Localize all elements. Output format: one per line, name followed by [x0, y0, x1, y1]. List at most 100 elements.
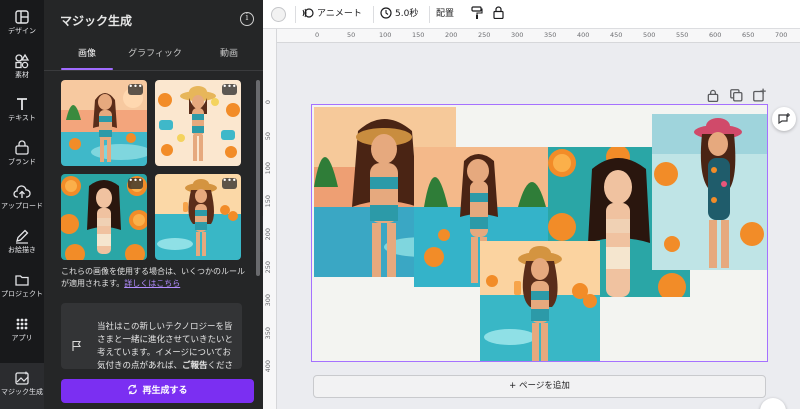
add-page-button[interactable]: + ページを追加: [313, 375, 766, 398]
clock-icon: [380, 7, 392, 19]
regenerate-label: 再生成する: [142, 386, 188, 396]
apps-grid-icon: [16, 318, 28, 330]
ruler-tick: 50: [347, 31, 356, 39]
feedback-notice: 当社はこの新しいテクノロジーを皆さまと一緒に進化させていきたいと考えています。イ…: [61, 303, 242, 369]
ruler-tick: 100: [264, 162, 272, 175]
rail-item-text[interactable]: テキスト: [0, 89, 44, 129]
tabs-divider: [44, 70, 263, 71]
rail-item-projects[interactable]: プロジェクト: [0, 265, 44, 305]
refresh-icon: [128, 384, 138, 395]
layout-icon: [15, 10, 29, 24]
folder-icon: [15, 275, 29, 286]
rail-label: プロジェクト: [1, 290, 43, 298]
ruler-tick: 350: [264, 327, 272, 340]
rail-label: テキスト: [8, 114, 36, 122]
generated-image-2[interactable]: •••: [155, 80, 241, 166]
ruler-tick: 550: [676, 31, 689, 39]
ruler-tick: 150: [264, 195, 272, 208]
ruler-tick: 0: [264, 100, 272, 105]
add-comment-button[interactable]: [772, 107, 796, 131]
notice-tail: くださ: [207, 361, 234, 369]
animate-button[interactable]: アニメート: [302, 0, 362, 29]
lock-page-icon[interactable]: [706, 88, 720, 102]
rail-item-uploads[interactable]: アップロード: [0, 177, 44, 217]
comment-add-icon: [778, 113, 790, 125]
ruler-tick: 100: [379, 31, 392, 39]
more-options-icon[interactable]: •••: [128, 83, 143, 95]
ruler-tick: 150: [412, 31, 425, 39]
report-link[interactable]: ご報告: [182, 361, 208, 369]
panel-scrollbar[interactable]: [256, 80, 260, 276]
more-options-icon[interactable]: •••: [222, 177, 237, 189]
generated-image-3[interactable]: •••: [61, 174, 147, 260]
ruler-tick: 450: [610, 31, 623, 39]
editor-app: デザイン 素材 テキスト ブランド アップロード お絵描き プロジェクト アプリ…: [0, 0, 800, 409]
rail-item-apps[interactable]: アプリ: [0, 309, 44, 349]
help-button[interactable]: [760, 398, 786, 409]
draw-icon: [16, 229, 29, 244]
shapes-icon: [15, 53, 30, 69]
rail-label: マジック生成: [1, 388, 43, 396]
rail-label: ブランド: [8, 158, 36, 166]
ruler-tick: 400: [264, 360, 272, 373]
rail-label: 素材: [15, 71, 29, 79]
canvas-image-5[interactable]: [480, 241, 600, 361]
text-icon: [17, 98, 27, 110]
duration-button[interactable]: 5.0秒: [380, 0, 418, 29]
brand-icon: [15, 140, 29, 155]
tab-images[interactable]: 画像: [61, 46, 113, 70]
toolbar-divider: [295, 6, 296, 23]
arrange-button[interactable]: 配置: [436, 0, 454, 29]
regenerate-button[interactable]: 再生成する: [61, 379, 254, 403]
left-rail: デザイン 素材 テキスト ブランド アップロード お絵描き プロジェクト アプリ…: [0, 0, 44, 409]
ruler-tick: 200: [445, 31, 458, 39]
paint-roller-icon: [471, 6, 483, 19]
top-toolbar: アニメート 5.0秒 配置: [263, 0, 800, 29]
ruler-tick: 700: [775, 31, 788, 39]
rail-item-brand[interactable]: ブランド: [0, 133, 44, 173]
canvas-image-4[interactable]: [652, 114, 767, 270]
ruler-tick: 300: [511, 31, 524, 39]
panel-title: マジック生成: [60, 14, 133, 28]
more-options-icon[interactable]: •••: [222, 83, 237, 95]
page-tools: [706, 88, 766, 102]
rail-item-draw[interactable]: お絵描き: [0, 221, 44, 261]
background-color-swatch[interactable]: [271, 7, 286, 22]
ruler-left: 0 50 100 150 200 250 300 350 400: [263, 29, 277, 409]
notice-text: 当社はこの新しいテクノロジーを皆さまと一緒に進化させていきたいと考えています。イ…: [97, 321, 237, 369]
info-icon[interactable]: i: [240, 12, 254, 26]
add-page-icon[interactable]: [752, 88, 766, 102]
flag-icon: [72, 340, 81, 351]
ruler-tick: 250: [478, 31, 491, 39]
animate-label: アニメート: [317, 9, 362, 19]
rail-item-elements[interactable]: 素材: [0, 46, 44, 86]
duplicate-page-icon[interactable]: [729, 88, 743, 102]
usage-rules-text: これらの画像を使用する場合は、いくつかのルールが適用されます。詳しくはこちら: [61, 266, 249, 290]
panel-tabs: 画像 グラフィック 動画: [44, 46, 263, 70]
ruler-tick: 600: [709, 31, 722, 39]
rail-item-design[interactable]: デザイン: [0, 2, 44, 42]
tab-videos[interactable]: 動画: [204, 46, 254, 70]
ruler-tick: 650: [742, 31, 755, 39]
ruler-tick: 500: [643, 31, 656, 39]
generated-image-1[interactable]: •••: [61, 80, 147, 166]
upload-cloud-icon: [13, 185, 31, 198]
magic-image-icon: [15, 371, 29, 385]
rail-label: お絵描き: [8, 246, 36, 254]
design-page[interactable]: [311, 104, 768, 362]
paint-format-button[interactable]: [471, 0, 486, 29]
animate-icon: [302, 8, 314, 18]
ruler-tick: 350: [544, 31, 557, 39]
more-options-icon[interactable]: •••: [128, 177, 143, 189]
ruler-tick: 250: [264, 261, 272, 274]
tab-graphics[interactable]: グラフィック: [120, 46, 190, 70]
duration-label: 5.0秒: [395, 9, 419, 19]
rail-item-magic[interactable]: マジック生成: [0, 363, 44, 409]
ruler-tick: 400: [577, 31, 590, 39]
rail-label: デザイン: [8, 27, 36, 35]
rail-label: アプリ: [11, 334, 33, 342]
generated-image-4[interactable]: •••: [155, 174, 241, 260]
learn-more-link[interactable]: 詳しくはこちら: [124, 279, 180, 288]
lock-button[interactable]: [493, 0, 507, 29]
ruler-tick: 200: [264, 228, 272, 241]
